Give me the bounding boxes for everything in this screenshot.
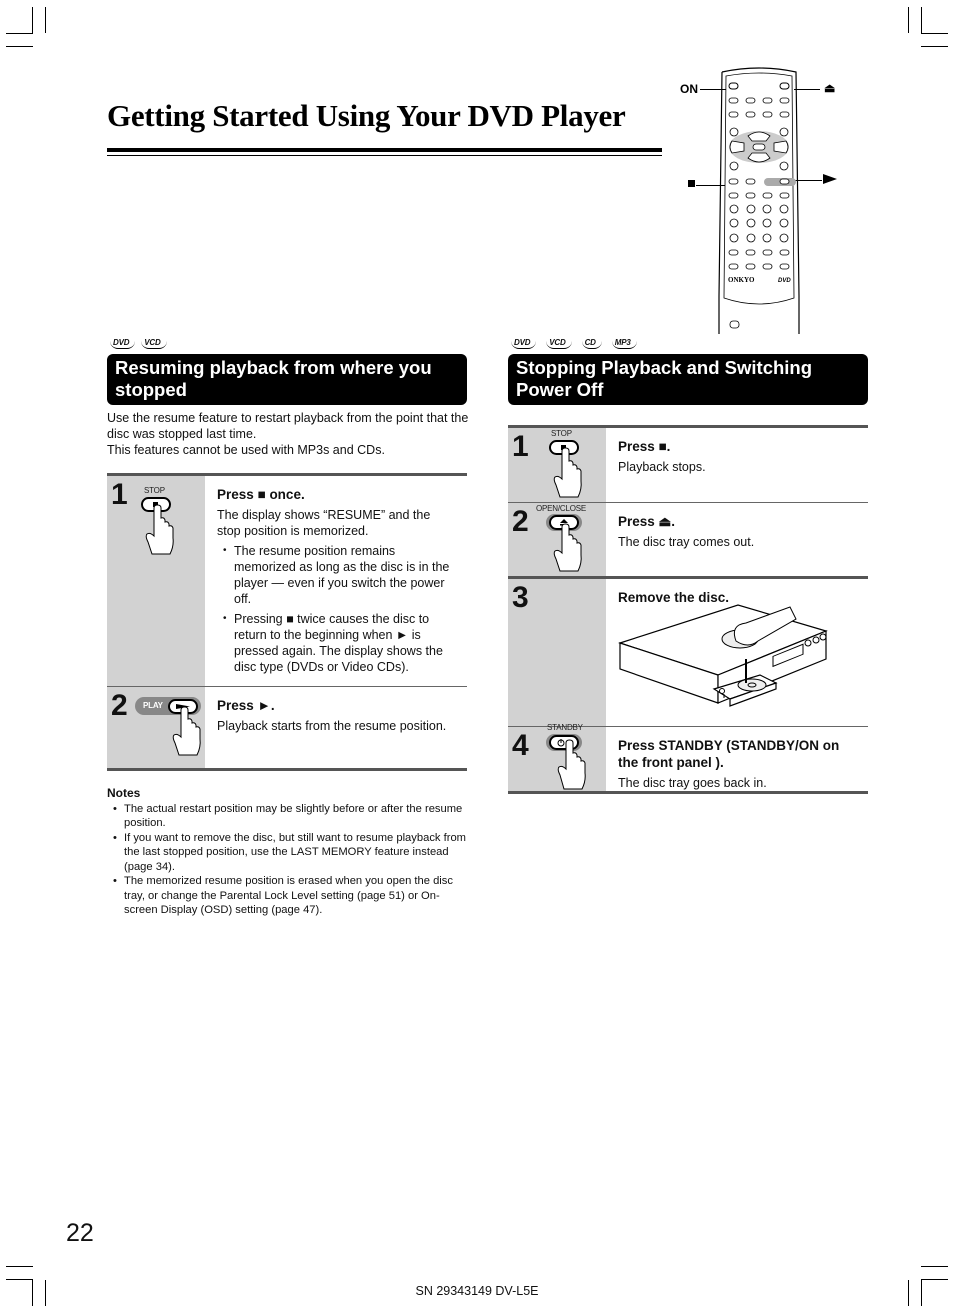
step-graphic: 4 STANDBY <box>508 723 606 791</box>
crop-mark <box>6 1279 33 1280</box>
disc-tag-dvd: DVD <box>110 338 136 349</box>
step-number: 3 <box>512 581 529 614</box>
remote-dvd-logo: DVD <box>778 278 791 284</box>
step-graphic: 1 STOP <box>107 476 205 686</box>
note-item: The actual restart position may be sligh… <box>113 802 472 831</box>
disc-compatibility-tags: DVD VCD <box>110 338 167 349</box>
crop-mark <box>6 1266 33 1267</box>
crop-mark <box>921 46 948 47</box>
resume-steps: 1 STOP Press ■ once. The display shows “… <box>107 473 467 771</box>
button-label: PLAY <box>143 701 163 710</box>
title-rule-thin <box>107 155 662 156</box>
step-body: The disc tray comes out. <box>618 535 755 549</box>
step-number: 2 <box>512 505 529 538</box>
crop-mark <box>45 7 46 33</box>
disc-tag-dvd: DVD <box>511 338 537 349</box>
step-number: 1 <box>111 478 128 511</box>
crop-mark <box>6 46 33 47</box>
step-graphic: 3 <box>508 579 606 726</box>
step-number: 4 <box>512 729 529 762</box>
step-2: 2 PLAY Press ►. Playback starts from the… <box>107 686 467 768</box>
step-content: Press ■ once. The display shows “RESUME”… <box>205 476 467 686</box>
step-content: Press ■. Playback stops. <box>606 428 868 502</box>
step-body: Playback stops. <box>618 460 706 474</box>
notes-title: Notes <box>107 786 141 800</box>
stop-icon <box>688 180 695 187</box>
crop-mark <box>6 33 33 34</box>
step-body: The disc tray goes back in. <box>618 776 767 790</box>
intro-line: This features cannot be used with MP3s a… <box>107 443 385 457</box>
crop-mark <box>32 7 33 34</box>
step-body: Playback starts from the resume position… <box>217 719 447 733</box>
stop-button-press-icon <box>549 440 582 498</box>
callout-on-label: ON <box>680 82 698 96</box>
disc-tag-mp3: MP3 <box>611 338 637 349</box>
step-title: Press ■ once. <box>217 487 305 502</box>
note-item: If you want to remove the disc, but stil… <box>113 831 472 875</box>
page-number: 22 <box>66 1219 94 1247</box>
section-heading-stopping: Stopping Playback and Switching Power Of… <box>508 354 868 405</box>
button-label: STOP <box>551 429 572 438</box>
crop-mark <box>921 1266 948 1267</box>
crop-mark <box>921 33 948 34</box>
button-label: OPEN/CLOSE <box>536 504 587 513</box>
play-icon <box>823 174 837 184</box>
crop-mark <box>908 7 909 33</box>
notes: Notes The actual restart position may be… <box>107 786 472 918</box>
remote-brand: ONKYO <box>728 276 755 284</box>
disc-tag-vcd: VCD <box>546 338 572 349</box>
step-1: 1 STOP Press ■. Playback stops. <box>508 428 868 502</box>
bullet-item: The resume position remains memorized as… <box>223 543 457 607</box>
button-label: STOP <box>144 486 165 495</box>
step-content: Remove the disc. <box>606 579 868 726</box>
step-title: Press ■. <box>618 439 671 454</box>
step-body: The display shows “RESUME” and the stop … <box>217 508 431 538</box>
note-item: The memorized resume position is erased … <box>113 874 472 918</box>
title-rule <box>107 148 662 152</box>
disc-tag-cd: CD <box>581 338 602 349</box>
eject-button-press-icon <box>546 514 582 572</box>
disc-compatibility-tags: DVD VCD CD MP3 <box>511 338 637 349</box>
crop-mark <box>921 7 922 34</box>
button-label: STANDBY <box>547 723 583 732</box>
step-4: 4 STANDBY Press STANDBY (STANDBY/ON on t… <box>508 723 868 791</box>
remote-body: ONKYO DVD <box>718 67 800 334</box>
step-content: Press ►. Playback starts from the resume… <box>205 687 467 768</box>
step-graphic: 2 PLAY <box>107 687 205 768</box>
step-title: Press ⏏. <box>618 514 676 529</box>
remote-control-illustration: ON ⏏ ONKYO DVD <box>676 66 856 336</box>
step-title: Press ►. <box>217 698 275 713</box>
step-bullets: The resume position remains memorized as… <box>217 543 457 675</box>
crop-mark <box>921 1279 948 1280</box>
step-title: Press STANDBY (STANDBY/ON on the front p… <box>618 738 840 770</box>
step-2: 2 OPEN/CLOSE Press ⏏. The disc tray come… <box>508 502 868 576</box>
section-heading-resume: Resuming playback from where you stopped <box>107 354 467 405</box>
step-number: 1 <box>512 430 529 463</box>
page-title: Getting Started Using Your DVD Player <box>107 98 626 133</box>
footer-code: SN 29343149 DV-L5E <box>415 1284 539 1298</box>
notes-list: The actual restart position may be sligh… <box>107 802 472 918</box>
stop-button-press-icon <box>141 497 174 555</box>
step-number: 2 <box>111 689 128 722</box>
intro-line: Use the resume feature to restart playba… <box>107 411 469 441</box>
dvd-player-disc-removal-illustration <box>618 604 828 707</box>
eject-icon: ⏏ <box>824 81 836 95</box>
standby-button-press-icon <box>546 734 586 790</box>
disc-tag-vcd: VCD <box>141 338 167 349</box>
bullet-item: Pressing ■ twice causes the disc to retu… <box>223 611 457 675</box>
step-content: Press ⏏. The disc tray comes out. <box>606 503 868 576</box>
step-graphic: 2 OPEN/CLOSE <box>508 503 606 576</box>
step-1: 1 STOP Press ■ once. The display shows “… <box>107 476 467 686</box>
step-3: 3 Remove the disc. <box>508 576 868 726</box>
stopping-steps: 1 STOP Press ■. Playback stops. 2 OPEN/C… <box>508 425 868 794</box>
step-content: Press STANDBY (STANDBY/ON on the front p… <box>606 727 868 791</box>
step-graphic: 1 STOP <box>508 428 606 502</box>
intro-text: Use the resume feature to restart playba… <box>107 410 469 458</box>
